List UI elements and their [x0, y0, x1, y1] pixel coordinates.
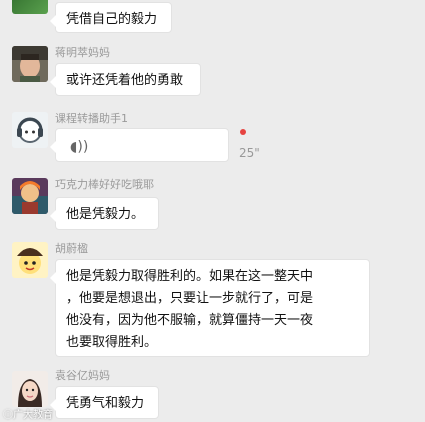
sender-name: 课程转播助手1: [55, 112, 128, 125]
avatar[interactable]: [12, 0, 48, 14]
avatar[interactable]: [12, 178, 48, 214]
message-line: 他没有，因为他不服输，就算僵持一天一夜: [66, 313, 314, 328]
unread-dot: [240, 129, 246, 135]
sender-name: 袁谷亿妈妈: [55, 369, 110, 382]
avatar[interactable]: [12, 46, 48, 82]
watermark: ⓘ广大教育: [3, 410, 53, 421]
message-bubble[interactable]: 凭勇气和毅力: [50, 386, 159, 419]
sender-name: 胡蔚楹: [55, 242, 88, 255]
message-bubble[interactable]: 他是凭毅力。: [50, 197, 159, 230]
message-text: 他是凭毅力。: [66, 207, 145, 222]
voice-message-bubble[interactable]: ◖)): [50, 128, 229, 162]
sender-name: 巧克力棒好好吃哦耶: [55, 178, 154, 191]
message-bubble[interactable]: 他是凭毅力取得胜利的。如果在这一整天中 ，他要是想退出，只要让一步就行了，可是 …: [50, 259, 370, 357]
avatar[interactable]: [12, 371, 48, 407]
message-text: 凭借自己的毅力: [66, 12, 158, 27]
message-text: 凭勇气和毅力: [66, 396, 145, 411]
message-line: 也要取得胜利。: [66, 335, 158, 350]
voice-duration: 25": [239, 146, 260, 160]
sound-wave-icon: ◖)): [70, 139, 89, 155]
sender-name: 蒋明萃妈妈: [55, 46, 110, 59]
avatar[interactable]: [12, 112, 48, 148]
message-line: ，他要是想退出，只要让一步就行了，可是: [66, 291, 314, 306]
message-bubble[interactable]: 凭借自己的毅力: [50, 2, 172, 33]
message-text: 或许还凭着他的勇敢: [66, 73, 184, 88]
message-bubble[interactable]: 或许还凭着他的勇敢: [50, 63, 201, 96]
message-line: 他是凭毅力取得胜利的。如果在这一整天中: [66, 269, 314, 284]
avatar[interactable]: [12, 242, 48, 278]
